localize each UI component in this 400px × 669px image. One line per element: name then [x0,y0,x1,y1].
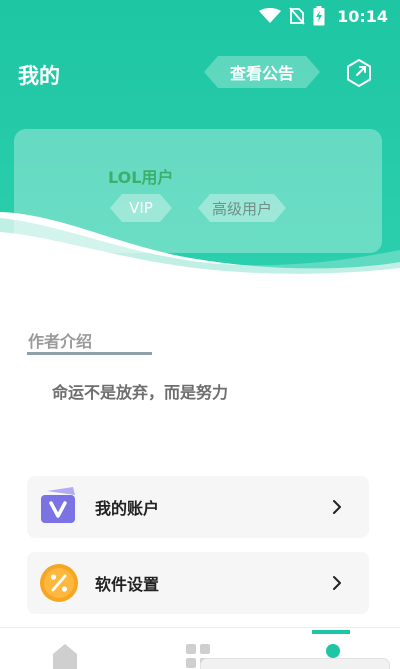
section-underline [27,352,152,355]
status-bar: 10:14 [0,0,400,32]
tab-selected-indicator [312,630,350,634]
profile-card [14,129,382,253]
view-notice-button[interactable]: 查看公告 [204,54,320,90]
software-settings-label: 软件设置 [95,575,160,594]
wifi-icon [259,8,282,24]
settings-percent-icon [40,564,78,602]
level-badge-label: 高级用户 [211,199,272,218]
battery-charging-icon [313,6,325,26]
profile-screen: 10:14 我的 查看公告 LOL用户 VIP 高级用户 作者介绍 命运不是放弃… [0,0,400,669]
software-settings-item[interactable]: 软件设置 [27,552,369,614]
author-section-title: 作者介绍 [28,332,93,351]
chevron-right-icon [333,500,341,514]
author-intro: 命运不是放弃，而是努力 [52,383,229,402]
exit-icon[interactable] [344,58,374,88]
my-account-item[interactable]: 我的账户 [27,476,369,538]
floating-overlay [200,658,390,669]
status-time: 10:14 [337,6,388,26]
page-title: 我的 [18,64,60,88]
home-icon[interactable] [50,642,80,669]
my-account-label: 我的账户 [95,499,160,518]
account-v-icon [41,487,75,523]
vip-badge-label: VIP [129,199,153,217]
level-badge: 高级用户 [198,193,286,223]
chevron-right-icon [333,576,341,590]
notice-button-label: 查看公告 [229,64,294,83]
username: LOL用户 [108,168,174,187]
vip-badge: VIP [110,193,172,223]
no-sim-icon [289,7,305,25]
